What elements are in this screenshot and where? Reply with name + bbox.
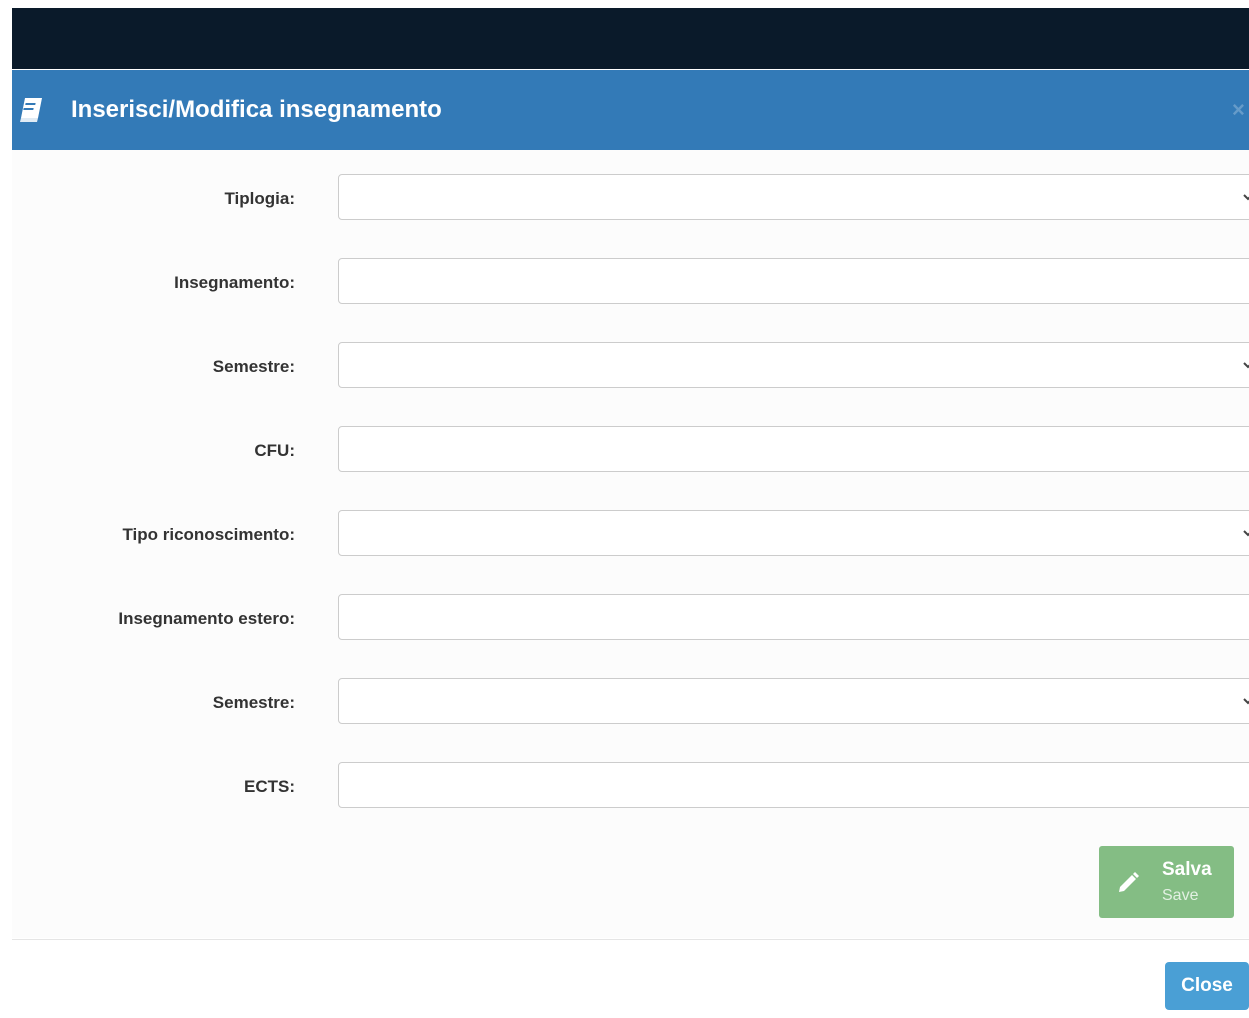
insegnamento-label: Insegnamento:: [174, 273, 295, 292]
ects-input[interactable]: [338, 762, 1249, 808]
pencil-icon: [1115, 870, 1141, 896]
cfu-input[interactable]: [338, 426, 1249, 472]
modal-title: Inserisci/Modifica insegnamento: [71, 96, 442, 123]
ects-label: ECTS:: [244, 777, 295, 796]
save-label: Salva: [1162, 859, 1212, 880]
tipologia-select[interactable]: [338, 174, 1249, 220]
book-icon: [18, 96, 44, 124]
semestre-estero-label: Semestre:: [212, 693, 295, 712]
semestre-select[interactable]: [338, 342, 1249, 388]
close-icon[interactable]: ×: [1232, 96, 1245, 124]
insegnamento-estero-label: Insegnamento estero:: [118, 609, 295, 628]
chevron-down-icon: [1241, 358, 1249, 372]
cfu-label: CFU:: [254, 441, 295, 460]
tipo-riconoscimento-label: Tipo riconoscimento:: [122, 525, 295, 544]
save-button[interactable]: Salva Save: [1099, 846, 1234, 918]
chevron-down-icon: [1241, 190, 1249, 204]
semestre-label: Semestre:: [212, 357, 295, 376]
modal-header: Inserisci/Modifica insegnamento ×: [12, 70, 1249, 150]
chevron-down-icon: [1241, 526, 1249, 540]
modal-dialog: Inserisci/Modifica insegnamento × Tiplog…: [12, 70, 1249, 1018]
close-button[interactable]: Close: [1165, 962, 1249, 1010]
semestre-estero-select[interactable]: [338, 678, 1249, 724]
top-navbar: [12, 8, 1249, 69]
insegnamento-input[interactable]: [338, 258, 1249, 304]
chevron-down-icon: [1241, 694, 1249, 708]
insegnamento-estero-input[interactable]: [338, 594, 1249, 640]
save-sublabel: Save: [1162, 887, 1199, 904]
modal-footer-divider: [12, 939, 1249, 940]
tipologia-label: Tiplogia:: [224, 189, 295, 208]
tipo-riconoscimento-select[interactable]: [338, 510, 1249, 556]
modal-body: Tiplogia: Insegnamento: Semestre: CFU: T…: [12, 150, 1249, 938]
